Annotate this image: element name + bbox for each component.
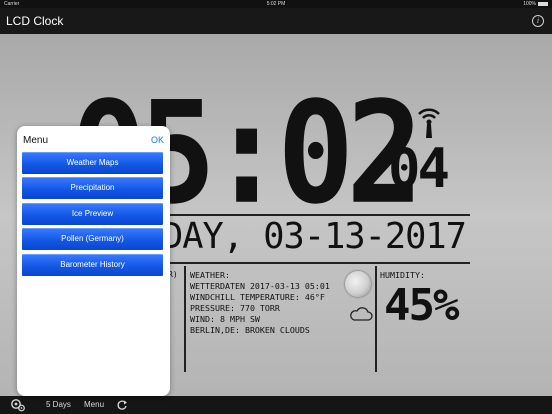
battery-percent: 100% [523, 1, 536, 7]
tab-5-days[interactable]: 5 Days [46, 400, 71, 409]
menu-item-pollen[interactable]: Pollen (Germany) [22, 228, 163, 251]
refresh-icon[interactable] [116, 399, 128, 411]
wifi-antenna-icon [418, 108, 440, 138]
clock-seconds: 04 [388, 137, 450, 200]
weather-line: WEATHER: [190, 270, 230, 280]
status-bar: Carrier 5:02 PM 100% [0, 0, 552, 8]
tab-bar: 5 Days Menu [0, 396, 552, 414]
menu-popover: Menu OK Weather Maps Precipitation Ice P… [17, 126, 170, 396]
menu-item-barometer-history[interactable]: Barometer History [22, 253, 163, 276]
cloud-icon [350, 307, 373, 321]
gears-icon[interactable] [10, 398, 26, 412]
menu-list: Weather Maps Precipitation Ice Preview P… [22, 152, 163, 279]
weather-line: WETTERDATEN 2017-03-13 05:01 [190, 281, 330, 291]
weather-line: WIND: 8 MPH SW [190, 314, 260, 324]
nav-bar: LCD Clock i [0, 8, 552, 34]
menu-item-ice-preview[interactable]: Ice Preview [22, 202, 163, 225]
menu-item-precipitation[interactable]: Precipitation [22, 177, 163, 200]
status-time: 5:02 PM [266, 1, 286, 7]
humidity-label: HUMIDITY: [380, 270, 425, 280]
popover-arrow [85, 390, 99, 396]
clock-date: DAY, 03-13-2017 [162, 216, 467, 257]
weather-line: WINDCHILL TEMPERATURE: 46°F [190, 292, 325, 302]
ok-button[interactable]: OK [151, 135, 164, 145]
weather-info: WEATHER: WETTERDATEN 2017-03-13 05:01 WI… [190, 270, 330, 336]
moon-icon [345, 271, 371, 297]
menu-title: Menu [23, 135, 49, 146]
weather-line: BERLIN,DE: BROKEN CLOUDS [190, 325, 310, 335]
info-icon[interactable]: i [532, 15, 544, 27]
divider-left [184, 266, 186, 372]
divider-right [375, 266, 377, 372]
menu-item-weather-maps[interactable]: Weather Maps [22, 152, 163, 174]
tab-menu[interactable]: Menu [84, 400, 104, 409]
battery-icon [538, 2, 548, 6]
weather-line: PRESSURE: 770 TORR [190, 303, 280, 313]
app-title: LCD Clock [6, 14, 64, 28]
divider-bottom [168, 262, 470, 264]
humidity-value: 45% [384, 280, 459, 331]
